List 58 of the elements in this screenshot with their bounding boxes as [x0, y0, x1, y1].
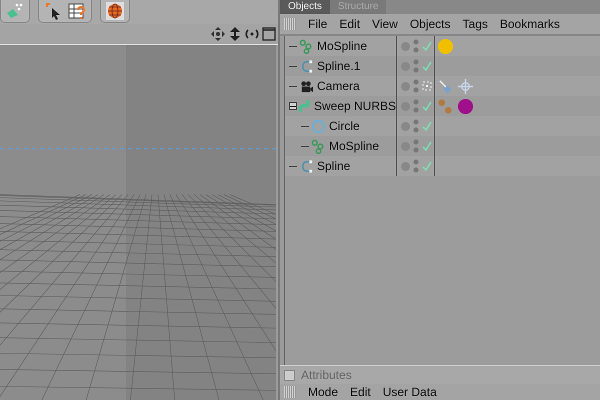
swirl-icon — [311, 138, 326, 154]
menu-item[interactable]: Bookmarks — [496, 17, 568, 31]
camera-icon — [299, 78, 314, 94]
grip-icon[interactable] — [284, 386, 296, 398]
check-icon[interactable] — [422, 141, 432, 151]
object-name[interactable]: Sweep NURBS — [314, 99, 396, 113]
layer-dot[interactable] — [401, 82, 410, 90]
checkbox[interactable] — [284, 370, 295, 380]
layer-dot[interactable] — [401, 122, 410, 130]
object-name[interactable]: Camera — [317, 79, 360, 93]
object-name[interactable]: Spline — [317, 159, 350, 173]
move-icon[interactable] — [211, 27, 225, 41]
zoom-arrows-icon[interactable] — [228, 27, 242, 41]
menu-item[interactable]: Edit — [346, 385, 379, 399]
check-icon[interactable] — [422, 41, 432, 51]
table-help-icon[interactable] — [67, 1, 87, 21]
check-icon[interactable] — [422, 61, 432, 71]
pointer-tag-icon — [437, 78, 454, 94]
object-name[interactable]: MoSpline — [329, 139, 380, 153]
grip-icon[interactable] — [284, 18, 296, 30]
sweep-icon — [298, 98, 311, 114]
spline-icon — [299, 158, 314, 174]
check-icon[interactable] — [422, 101, 432, 111]
menu-item[interactable]: User Data — [378, 385, 445, 399]
toolbar-button[interactable] — [100, 0, 130, 23]
visibility-dots-icon[interactable] — [413, 99, 419, 113]
swirl-icon — [299, 38, 314, 54]
visibility-dots-icon[interactable] — [413, 59, 419, 73]
visibility-dots-icon[interactable] — [413, 119, 419, 133]
menu-item[interactable]: Mode — [304, 385, 346, 399]
panel-tab[interactable]: Objects — [280, 0, 330, 14]
check-icon[interactable] — [422, 161, 432, 171]
layer-dot[interactable] — [401, 42, 410, 50]
visibility-dots-icon[interactable] — [413, 139, 419, 153]
visibility-dots-icon[interactable] — [413, 39, 419, 53]
rotate-icon[interactable] — [245, 27, 259, 41]
layer-dot[interactable] — [401, 162, 410, 170]
check-icon[interactable] — [422, 121, 432, 131]
object-name[interactable]: MoSpline — [317, 39, 368, 53]
globe-icon — [105, 1, 125, 21]
spline-icon — [299, 58, 314, 74]
object-name[interactable]: Circle — [329, 119, 360, 133]
crosshair-icon — [457, 78, 474, 94]
dotted-square-icon[interactable] — [422, 81, 432, 91]
panel-title: Attributes — [301, 368, 352, 382]
menu-item[interactable]: Tags — [458, 17, 496, 31]
maximize-icon[interactable] — [262, 27, 276, 41]
menu-item[interactable]: File — [304, 17, 336, 31]
cloner-icon — [5, 1, 25, 21]
menu-item[interactable]: View — [368, 17, 406, 31]
visibility-dots-icon[interactable] — [413, 79, 419, 93]
menu-item[interactable]: Objects — [406, 17, 459, 31]
object-name[interactable]: Spline.1 — [317, 59, 360, 73]
menu-item[interactable]: Edit — [335, 17, 368, 31]
balls-icon — [437, 98, 454, 114]
collapse-toggle[interactable] — [289, 102, 297, 110]
circle-icon — [311, 118, 326, 134]
visibility-dots-icon[interactable] — [413, 159, 419, 173]
